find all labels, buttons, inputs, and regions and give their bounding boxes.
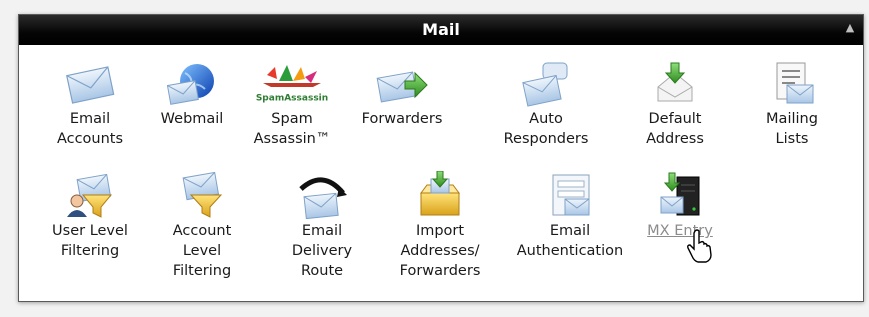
- spamassassin-logo-icon: SpamAssassin: [256, 65, 328, 104]
- envelope-download-icon: [657, 62, 693, 102]
- list-envelope-icon: [776, 62, 814, 104]
- user-level-filtering-label: User Level Filtering: [52, 223, 128, 259]
- account-level-filtering-label: Account Level Filtering: [172, 223, 232, 279]
- import-addresses-item[interactable]: Import Addresses/ Forwarders: [385, 171, 495, 281]
- envelope-bubble-icon: [522, 62, 568, 107]
- mail-panel: Mail ▲ Email Accounts Webmail SpamAssass…: [18, 14, 864, 302]
- email-authentication-item[interactable]: Email Authentication: [515, 171, 625, 261]
- email-delivery-route-item[interactable]: Email Delivery Route: [267, 171, 377, 281]
- globe-envelope-icon: [166, 64, 214, 105]
- webmail-item[interactable]: Webmail: [137, 61, 247, 129]
- forwarders-label: Forwarders: [361, 111, 443, 127]
- default-address-label: Default Address: [646, 111, 704, 147]
- auto-responders-item[interactable]: Auto Responders: [491, 61, 601, 149]
- chevron-up-icon[interactable]: ▲: [843, 22, 857, 34]
- envelope-icon: [66, 66, 115, 104]
- spam-assassin-item[interactable]: SpamAssassin Spam Assassin™: [237, 61, 347, 149]
- user-level-filtering-item[interactable]: User Level Filtering: [35, 171, 145, 261]
- import-addresses-label: Import Addresses/ Forwarders: [399, 223, 481, 279]
- spam-assassin-label: Spam Assassin™: [253, 111, 331, 147]
- email-delivery-route-label: Email Delivery Route: [291, 223, 353, 279]
- default-address-item[interactable]: Default Address: [620, 61, 730, 149]
- forwarders-item[interactable]: Forwarders: [347, 61, 457, 129]
- mx-entry-link[interactable]: MX Entry: [625, 221, 735, 241]
- envelope-form-icon: [552, 174, 590, 216]
- box-import-icon: [420, 171, 460, 216]
- account-level-filtering-item[interactable]: Account Level Filtering: [147, 171, 257, 281]
- user-funnel-icon: [67, 173, 113, 218]
- mailing-lists-item[interactable]: Mailing Lists: [737, 61, 847, 149]
- panel-title: Mail: [422, 20, 460, 39]
- panel-header: Mail ▲: [19, 15, 863, 45]
- email-authentication-label: Email Authentication: [516, 223, 624, 259]
- email-accounts-item[interactable]: Email Accounts: [35, 61, 145, 149]
- hand-pointer-icon: [687, 229, 712, 263]
- webmail-label: Webmail: [160, 111, 224, 127]
- mx-entry-item[interactable]: MX Entry: [625, 171, 735, 241]
- mailing-lists-label: Mailing Lists: [766, 111, 818, 147]
- auto-responders-label: Auto Responders: [503, 111, 589, 147]
- email-accounts-label: Email Accounts: [56, 111, 124, 147]
- envelope-arrow-icon: [376, 71, 428, 103]
- envelope-funnel-icon: [182, 171, 223, 218]
- envelope-route-icon: [299, 177, 347, 219]
- server-envelope-icon: [660, 172, 700, 216]
- svg-text:SpamAssassin: SpamAssassin: [256, 94, 328, 104]
